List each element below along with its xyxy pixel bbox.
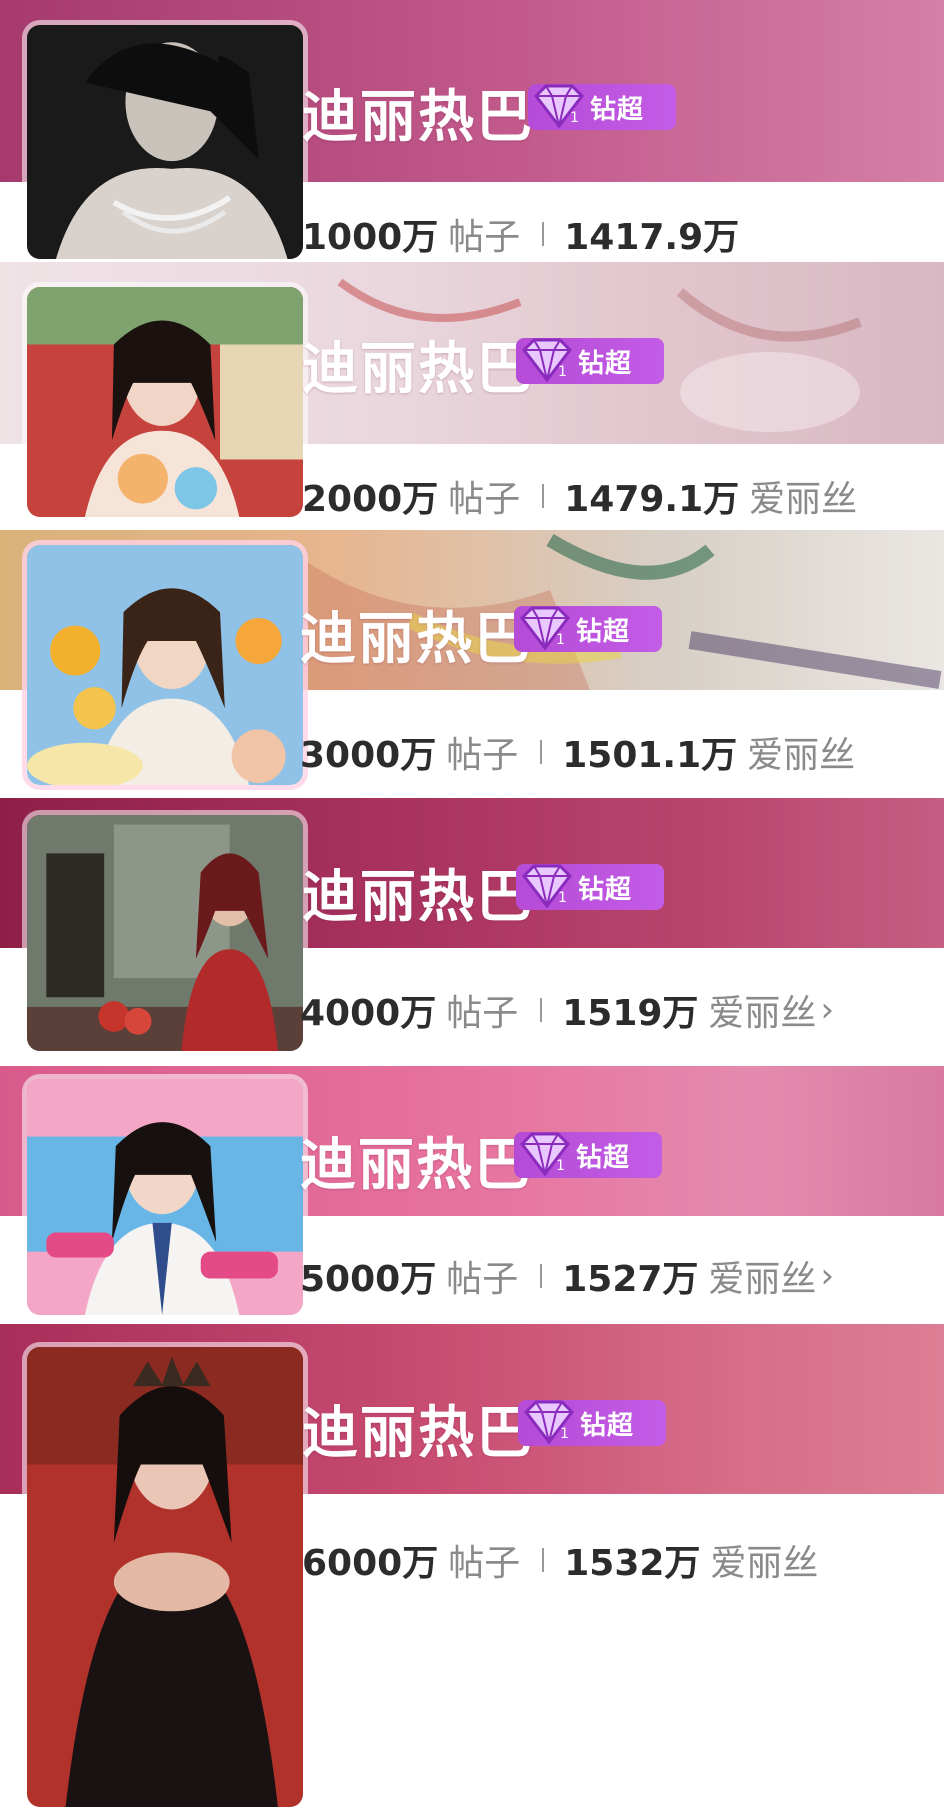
super-topic-card[interactable]: 迪丽热巴 1 钻超 5000万 帖子 1527万 爱丽丝 ›: [0, 1066, 944, 1324]
avatar[interactable]: [22, 540, 308, 790]
diamond-icon: 1: [528, 84, 590, 130]
diamond-super-badge: 1 钻超: [516, 338, 664, 384]
svg-text:1: 1: [560, 1426, 569, 1442]
stats-row: 1000万 帖子 1417.9万: [302, 208, 739, 260]
diamond-icon: 1: [516, 864, 578, 910]
svg-text:1: 1: [558, 364, 567, 380]
super-topic-card[interactable]: 迪丽热巴 1 钻超 2000万 帖子 1479.1万 爱丽丝: [0, 262, 944, 530]
svg-text:1: 1: [556, 1158, 565, 1174]
svg-text:1: 1: [558, 890, 567, 906]
fan-name: 爱丽丝: [749, 479, 858, 520]
post-label: 帖子: [446, 735, 519, 776]
avatar[interactable]: [22, 1074, 308, 1320]
topic-name: 迪丽热巴: [302, 1401, 534, 1466]
topic-name: 迪丽热巴: [302, 85, 534, 150]
stats-divider: [540, 740, 543, 764]
fan-name: 爱丽丝: [747, 735, 856, 776]
fan-name: 爱丽丝: [708, 1259, 817, 1300]
diamond-icon: 1: [518, 1400, 580, 1446]
stats-divider: [540, 998, 543, 1022]
post-count: 3000万: [300, 735, 437, 776]
diamond-icon: 1: [514, 606, 576, 652]
stats-divider: [542, 1548, 545, 1572]
chevron-right-icon[interactable]: ›: [820, 1256, 834, 1296]
topic-name: 迪丽热巴: [302, 865, 534, 930]
topic-name: 迪丽热巴: [300, 1133, 532, 1198]
post-count: 1000万: [302, 217, 439, 258]
fan-count: 1417.9万: [564, 217, 740, 258]
chevron-right-icon[interactable]: ›: [820, 990, 834, 1030]
diamond-super-badge: 1 钻超: [516, 864, 664, 910]
post-count: 4000万: [300, 993, 437, 1034]
fan-count: 1501.1万: [562, 735, 738, 776]
super-topic-card[interactable]: 迪丽热巴 1 钻超 6000万 帖子 1532万 爱丽丝: [0, 1324, 944, 1809]
post-count: 6000万: [302, 1543, 439, 1584]
post-label: 帖子: [448, 217, 521, 258]
topic-name: 迪丽热巴: [300, 607, 532, 672]
fan-name: 爱丽丝: [708, 993, 817, 1034]
post-label: 帖子: [448, 479, 521, 520]
diamond-super-badge: 1 钻超: [514, 606, 662, 652]
stats-row: 2000万 帖子 1479.1万 爱丽丝: [302, 470, 857, 522]
topic-name: 迪丽热巴: [302, 337, 534, 402]
stats-row[interactable]: 4000万 帖子 1519万 爱丽丝 ›: [300, 984, 834, 1036]
super-topic-card[interactable]: 迪丽热巴 1 钻超 4000万 帖子 1519万 爱丽丝 ›: [0, 798, 944, 1066]
diamond-super-badge: 1 钻超: [514, 1132, 662, 1178]
fan-count: 1527万: [562, 1259, 699, 1300]
fan-count: 1519万: [562, 993, 699, 1034]
post-count: 5000万: [300, 1259, 437, 1300]
diamond-icon: 1: [514, 1132, 576, 1178]
post-count: 2000万: [302, 479, 439, 520]
stats-divider: [542, 484, 545, 508]
stats-row[interactable]: 5000万 帖子 1527万 爱丽丝 ›: [300, 1250, 834, 1302]
svg-text:1: 1: [570, 110, 579, 126]
super-topic-card[interactable]: 迪丽热巴 1 钻超 1000万 帖子 1417.9万: [0, 0, 944, 262]
fan-name: 爱丽丝: [710, 1543, 819, 1584]
svg-text:1: 1: [556, 632, 565, 648]
avatar[interactable]: [22, 1342, 308, 1809]
stats-row: 3000万 帖子 1501.1万 爱丽丝: [300, 726, 855, 778]
stats-divider: [542, 222, 545, 246]
stats-divider: [540, 1264, 543, 1288]
diamond-icon: 1: [516, 338, 578, 384]
super-topic-list: 迪丽热巴 1 钻超 1000万 帖子 1417.9万 迪丽热巴 1 钻超 200…: [0, 0, 944, 1809]
post-label: 帖子: [446, 993, 519, 1034]
diamond-super-badge: 1 钻超: [528, 84, 676, 130]
fan-count: 1479.1万: [564, 479, 740, 520]
avatar[interactable]: [22, 282, 308, 522]
post-label: 帖子: [446, 1259, 519, 1300]
fan-count: 1532万: [564, 1543, 701, 1584]
stats-row: 6000万 帖子 1532万 爱丽丝: [302, 1534, 818, 1586]
avatar[interactable]: [22, 810, 308, 1056]
diamond-super-badge: 1 钻超: [518, 1400, 666, 1446]
avatar[interactable]: [22, 20, 308, 262]
super-topic-card[interactable]: 迪丽热巴 1 钻超 3000万 帖子 1501.1万 爱丽丝: [0, 530, 944, 798]
post-label: 帖子: [448, 1543, 521, 1584]
